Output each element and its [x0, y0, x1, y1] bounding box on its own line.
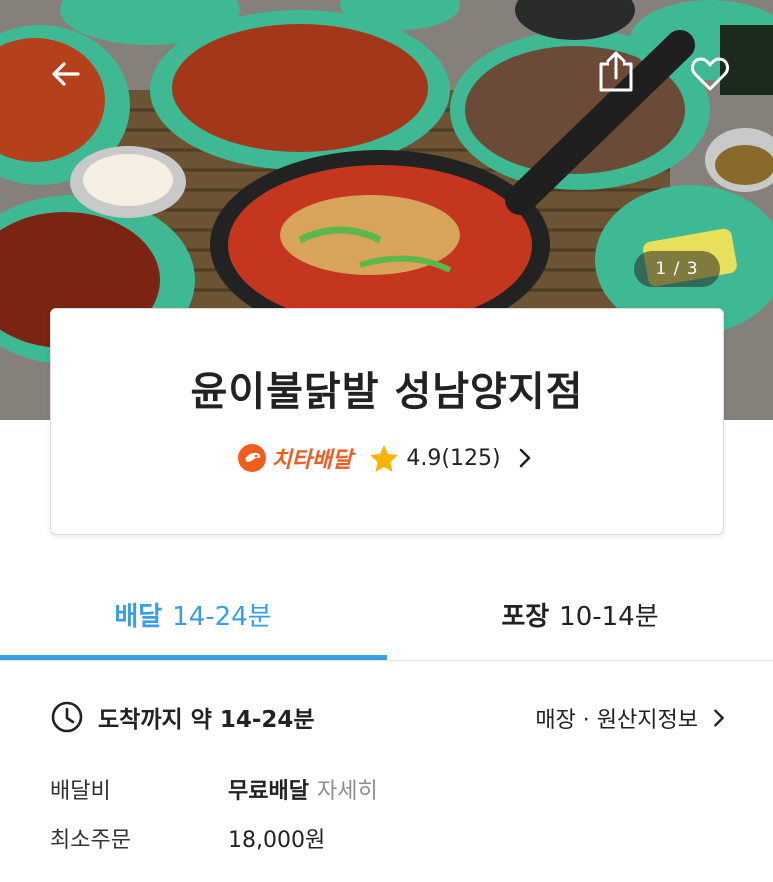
order-type-tabs: 배달 14-24분 포장 10-14분	[0, 575, 773, 661]
back-button[interactable]	[42, 50, 90, 98]
tab-delivery-time: 14-24분	[172, 601, 272, 632]
chevron-right-icon	[714, 709, 724, 727]
favorite-button[interactable]	[686, 50, 734, 98]
delivery-fee-value: 무료배달	[228, 779, 309, 804]
eta-text: 도착까지 약 14-24분	[98, 707, 315, 733]
store-origin-info-link[interactable]: 매장 · 원산지정보	[535, 702, 730, 734]
store-origin-info-label: 매장 · 원산지정보	[535, 708, 698, 733]
min-order-row: 최소주문 18,000원	[50, 822, 325, 854]
rating-text: 4.9(125)	[406, 445, 501, 471]
delivery-fee-detail-link[interactable]: 자세히	[317, 773, 378, 805]
delivery-fee-label: 배달비	[50, 779, 111, 804]
min-order-label: 최소주문	[50, 828, 131, 853]
clock-icon	[51, 701, 83, 733]
tab-pickup-label: 포장	[501, 601, 550, 632]
cheetah-logo-icon	[238, 444, 267, 472]
star-icon	[370, 445, 399, 472]
min-order-value: 18,000원	[228, 828, 326, 853]
store-info-card: 윤이불닭발 성남양지점 치타배달 4.9(125)	[50, 308, 724, 535]
tab-delivery-label: 배달	[114, 601, 163, 632]
heart-icon	[691, 57, 729, 91]
delivery-fee-row: 배달비 무료배달 자세히	[50, 773, 378, 805]
share-button[interactable]	[592, 48, 640, 96]
divider	[0, 660, 773, 661]
cheetah-delivery-label: 치타배달	[271, 448, 353, 473]
share-icon	[599, 51, 633, 92]
chevron-right-icon	[519, 448, 530, 468]
store-meta[interactable]: 치타배달 4.9(125)	[51, 442, 723, 474]
tab-delivery[interactable]: 배달 14-24분	[0, 575, 386, 653]
tab-pickup-time: 10-14분	[559, 601, 659, 632]
image-pager: 1 / 3	[634, 251, 720, 287]
tab-pickup[interactable]: 포장 10-14분	[387, 575, 773, 653]
store-name: 윤이불닭발 성남양지점	[190, 369, 584, 415]
cheetah-delivery-badge: 치타배달	[237, 442, 352, 474]
back-arrow-icon	[52, 62, 80, 86]
delivery-info: 도착까지 약 14-24분 매장 · 원산지정보 배달비 무료배달 자세히 최소…	[50, 700, 730, 853]
